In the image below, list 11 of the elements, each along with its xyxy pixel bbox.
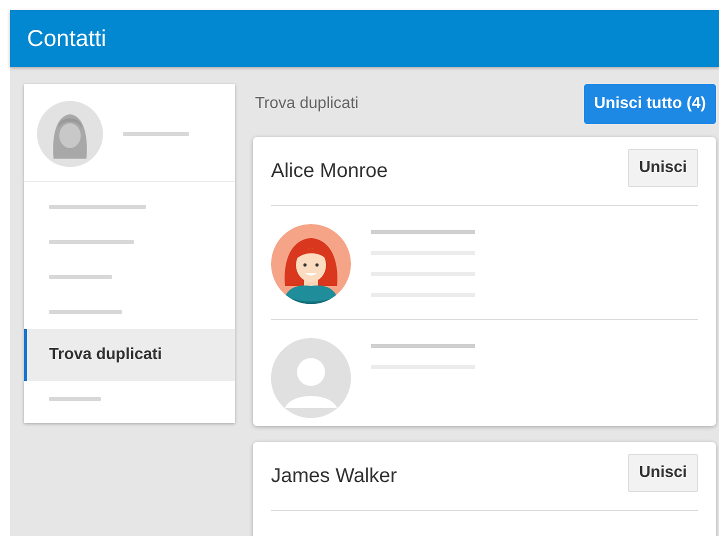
user-avatar-icon xyxy=(37,101,103,167)
sidebar-item[interactable]: Trova duplicati xyxy=(24,329,235,381)
person-placeholder-icon xyxy=(271,338,351,418)
app-title: Contatti xyxy=(27,25,106,52)
cartoon-avatar-icon xyxy=(271,224,351,304)
contact-name: James Walker xyxy=(271,464,397,488)
contact-name: Alice Monroe xyxy=(271,160,388,182)
name-placeholder-bar xyxy=(123,132,189,136)
merge-button[interactable]: Unisci xyxy=(628,149,698,187)
merge-all-button[interactable]: Unisci tutto (4) xyxy=(584,84,716,124)
section-heading: Trova duplicati xyxy=(255,95,358,113)
